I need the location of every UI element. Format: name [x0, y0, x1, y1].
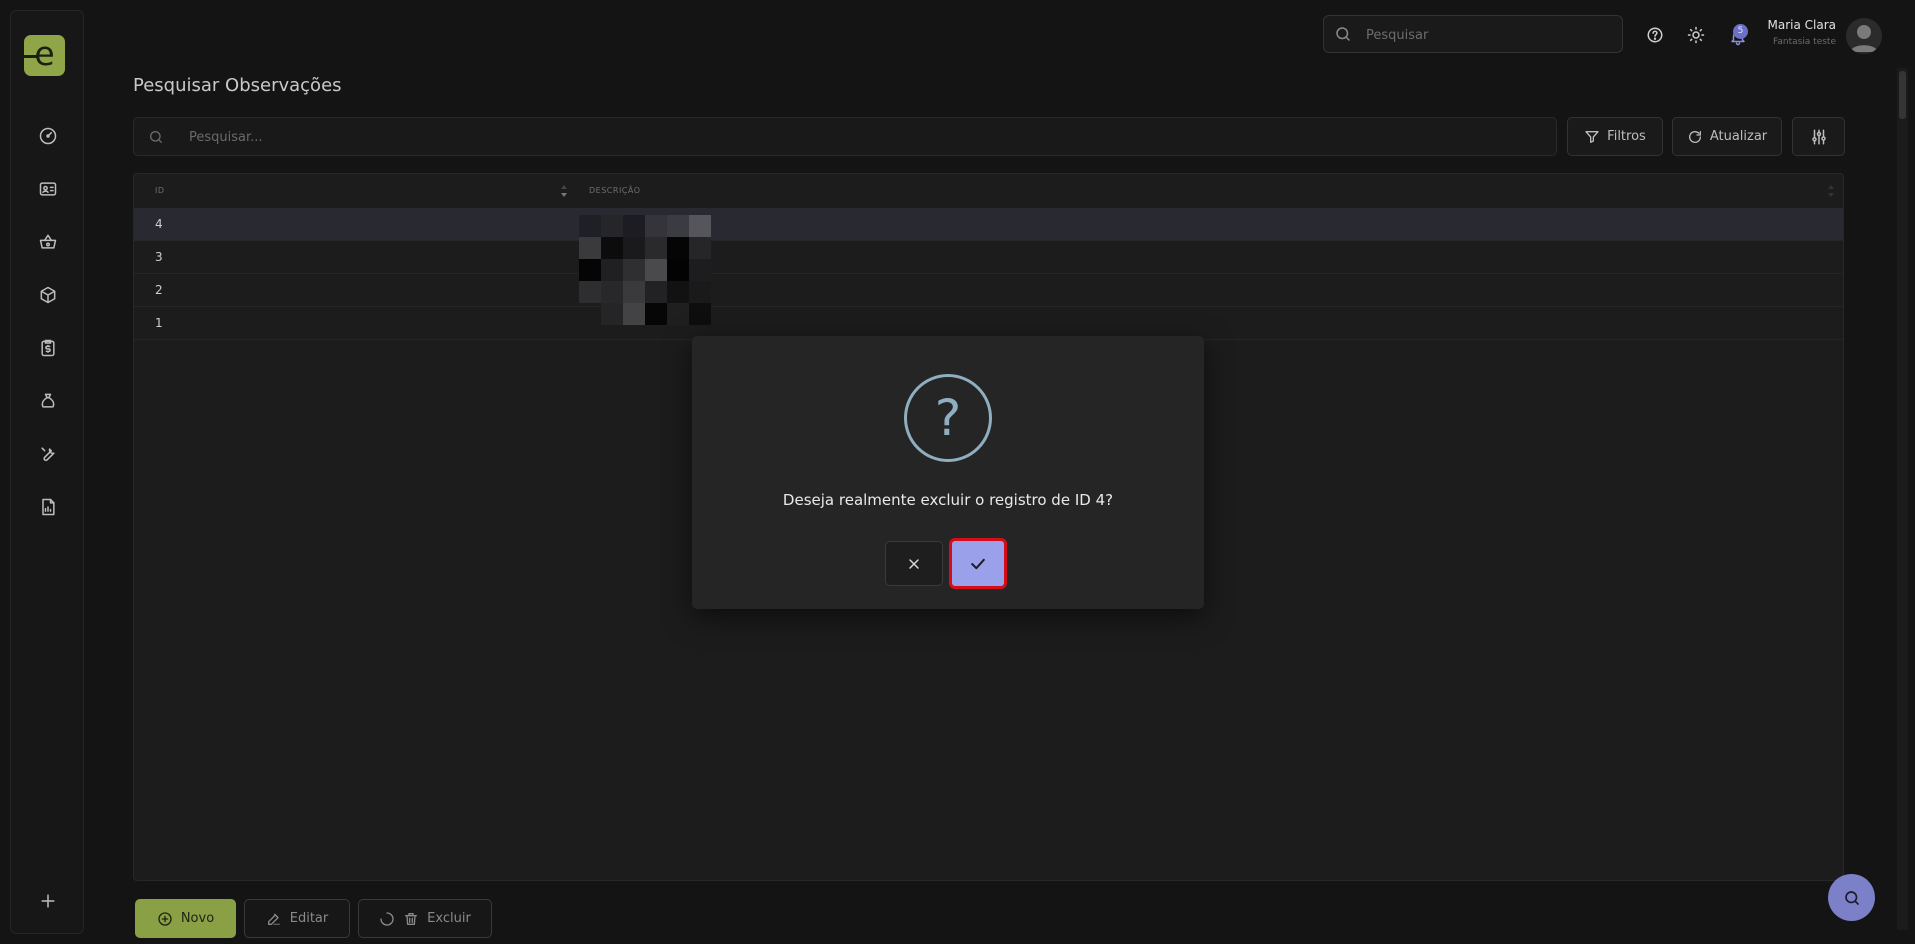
delete-button-label: Excluir — [427, 911, 471, 926]
refresh-icon — [1687, 129, 1703, 145]
row-id: 3 — [155, 250, 163, 264]
shopping-basket-icon — [38, 232, 58, 252]
plus-circle-icon — [157, 911, 173, 927]
search-icon — [1334, 25, 1352, 43]
table-row[interactable]: 4 — [134, 208, 1843, 241]
confirm-button[interactable] — [949, 538, 1007, 589]
sliders-icon — [1810, 128, 1828, 146]
table-header: ID DESCRIÇÃO — [134, 174, 1843, 209]
confirm-delete-dialog: ? Deseja realmente excluir o registro de… — [692, 336, 1204, 609]
sidebar-item-products[interactable] — [28, 275, 68, 315]
wrench-icon — [38, 444, 58, 464]
close-icon — [906, 556, 922, 572]
redacted-description-mosaic — [579, 215, 711, 333]
sidebar-item-money[interactable] — [28, 381, 68, 421]
edit-button[interactable]: Editar — [244, 899, 350, 938]
notification-badge: 5 — [1733, 24, 1748, 39]
list-search-input[interactable] — [187, 118, 1491, 157]
user-name: Maria Clara — [1767, 18, 1837, 32]
app-logo[interactable]: e — [24, 35, 65, 76]
sidebar-add-button[interactable] — [28, 881, 68, 921]
column-header-id[interactable]: ID — [155, 186, 165, 195]
sidebar-item-contacts[interactable] — [28, 169, 68, 209]
column-header-description[interactable]: DESCRIÇÃO — [589, 186, 641, 195]
sidebar-item-dashboard[interactable] — [28, 116, 68, 156]
filters-label: Filtros — [1607, 129, 1646, 144]
new-button-label: Novo — [180, 911, 215, 926]
sidebar: e — [10, 10, 84, 934]
dialog-message: Deseja realmente excluir o registro de I… — [782, 491, 1114, 509]
package-box-icon — [38, 285, 58, 305]
edit-pencil-icon — [266, 911, 282, 927]
avatar[interactable] — [1846, 18, 1882, 54]
scrollbar-thumb[interactable] — [1899, 71, 1906, 119]
filters-button[interactable]: Filtros — [1567, 117, 1663, 156]
check-icon — [968, 554, 988, 574]
global-search — [1323, 15, 1623, 54]
page-title: Pesquisar Observações — [133, 75, 342, 96]
question-circle-icon: ? — [904, 374, 992, 462]
filter-funnel-icon — [1584, 129, 1600, 145]
column-resize-icon[interactable] — [1827, 184, 1835, 198]
new-button[interactable]: Novo — [135, 899, 236, 938]
edit-button-label: Editar — [289, 911, 329, 926]
column-settings-button[interactable] — [1792, 117, 1845, 156]
id-card-icon — [38, 179, 58, 199]
sidebar-item-sales[interactable] — [28, 222, 68, 262]
delete-button[interactable]: Excluir — [358, 899, 492, 938]
search-icon — [1843, 889, 1861, 907]
sidebar-item-reports[interactable] — [28, 487, 68, 527]
sidebar-item-finance[interactable] — [28, 328, 68, 368]
search-icon — [148, 129, 164, 145]
global-search-input[interactable] — [1364, 16, 1618, 54]
report-chart-icon — [38, 497, 58, 517]
invoice-dollar-icon — [38, 338, 58, 358]
money-bag-icon — [38, 391, 58, 411]
sort-icon[interactable] — [560, 184, 568, 198]
list-search — [133, 117, 1557, 157]
row-id: 4 — [155, 217, 163, 231]
theme-sun-icon[interactable] — [1685, 24, 1707, 46]
table-row[interactable]: 3 — [134, 241, 1843, 274]
table-row[interactable]: 2 — [134, 274, 1843, 307]
cancel-button[interactable] — [885, 541, 943, 586]
row-id: 1 — [155, 316, 163, 330]
dashboard-gauge-icon — [38, 126, 58, 146]
plus-icon — [38, 891, 58, 911]
refresh-button[interactable]: Atualizar — [1672, 117, 1782, 156]
refresh-label: Atualizar — [1709, 129, 1768, 144]
user-company: Fantasia teste — [1773, 37, 1836, 47]
logo-letter: e — [34, 35, 55, 73]
floating-search-button[interactable] — [1828, 874, 1875, 921]
loading-spinner-icon — [379, 911, 395, 927]
row-id: 2 — [155, 283, 163, 297]
sidebar-item-tools[interactable] — [28, 434, 68, 474]
trash-icon — [403, 911, 419, 927]
scrollbar-track[interactable] — [1897, 68, 1908, 930]
help-icon[interactable] — [1644, 24, 1666, 46]
